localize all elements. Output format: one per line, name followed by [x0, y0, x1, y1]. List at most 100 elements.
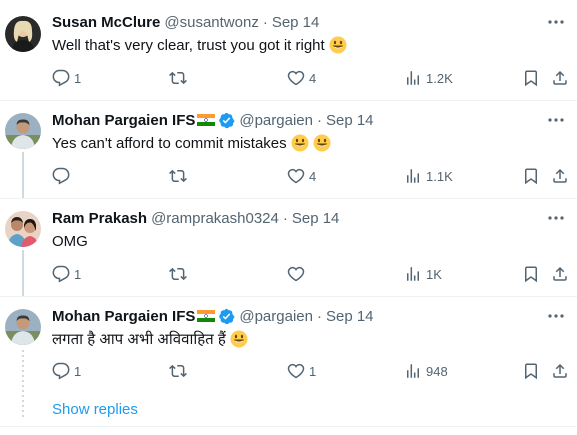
user-handle[interactable]: @pargaien: [239, 112, 313, 129]
bookmark-icon: [525, 70, 537, 87]
reply-count: 1: [74, 266, 82, 282]
view-count: 1.2K: [426, 70, 453, 86]
avatar[interactable]: [5, 309, 41, 345]
views-icon: [407, 169, 419, 183]
more-icon[interactable]: [546, 208, 566, 228]
reply-button[interactable]: 1: [52, 264, 81, 284]
thread-line: [22, 250, 24, 296]
like-button[interactable]: 4: [287, 68, 316, 88]
bookmark-button[interactable]: [522, 264, 540, 284]
like-icon: [287, 168, 305, 184]
views-button[interactable]: 1K: [404, 264, 442, 284]
bookmark-icon: [525, 266, 537, 283]
bookmark-icon: [525, 168, 537, 185]
thread-line: [22, 152, 24, 198]
retweet-icon: [169, 267, 187, 281]
bookmark-button[interactable]: [522, 361, 540, 381]
share-icon: [553, 266, 567, 281]
like-icon: [287, 70, 305, 86]
display-name[interactable]: Susan McClure: [52, 14, 160, 31]
reply-button[interactable]: 1: [52, 361, 81, 381]
view-count: 1.1K: [426, 168, 453, 184]
views-icon: [407, 267, 419, 281]
view-count: 948: [426, 363, 448, 379]
more-icon[interactable]: [546, 12, 566, 32]
retweet-icon: [169, 71, 187, 85]
separator-dot: ·: [316, 307, 322, 325]
smiley-emoji-icon: [329, 36, 347, 54]
user-handle[interactable]: @pargaien: [239, 308, 313, 325]
avatar[interactable]: [5, 211, 41, 247]
bookmark-button[interactable]: [522, 166, 540, 186]
tweet-text: Well that's very clear, trust you got it…: [52, 36, 325, 54]
like-icon: [287, 266, 305, 282]
avatar-image: [5, 309, 41, 345]
divider: [0, 426, 577, 427]
avatar-image: [5, 113, 41, 149]
display-name[interactable]: Ram Prakash: [52, 210, 147, 227]
tweet-text: Yes can't afford to commit mistakes: [52, 134, 287, 152]
reply-count: 1: [74, 363, 82, 379]
like-count: 4: [309, 70, 317, 86]
tweet-header: Mohan Pargaien IFS @pargaien · Sep 14: [52, 110, 374, 130]
india-flag-icon: [197, 310, 216, 322]
tweet-text-row: Well that's very clear, trust you got it…: [52, 35, 347, 55]
timestamp[interactable]: Sep 14: [272, 14, 320, 31]
tweet-text: OMG: [52, 232, 88, 250]
avatar-image: [5, 16, 41, 52]
india-flag-icon: [197, 114, 216, 126]
display-name[interactable]: Mohan Pargaien IFS: [52, 308, 195, 325]
avatar[interactable]: [5, 16, 41, 52]
like-button[interactable]: 4: [287, 166, 316, 186]
tweet-text-row: Yes can't afford to commit mistakes: [52, 133, 331, 153]
share-button[interactable]: [551, 166, 569, 186]
avatar[interactable]: [5, 113, 41, 149]
bookmark-button[interactable]: [522, 68, 540, 88]
retweet-button[interactable]: [169, 166, 191, 186]
tweet-header: Ram Prakash @ramprakash0324 · Sep 14: [52, 208, 339, 228]
like-button[interactable]: [287, 264, 309, 284]
views-button[interactable]: 1.1K: [404, 166, 453, 186]
views-button[interactable]: 1.2K: [404, 68, 453, 88]
tweet-actions: 1 4 1.2K: [52, 68, 577, 88]
tweet-header: Susan McClure @susantwonz · Sep 14: [52, 12, 319, 32]
timestamp[interactable]: Sep 14: [326, 308, 374, 325]
retweet-button[interactable]: [169, 264, 191, 284]
share-button[interactable]: [551, 264, 569, 284]
like-icon: [287, 363, 305, 379]
reply-button[interactable]: [52, 166, 74, 186]
separator-dot: ·: [316, 111, 322, 129]
share-button[interactable]: [551, 361, 569, 381]
tweet-actions: 1 1K: [52, 264, 577, 284]
divider: [0, 296, 577, 297]
show-replies-link[interactable]: Show replies: [52, 401, 138, 418]
separator-dot: ·: [282, 209, 288, 227]
display-name[interactable]: Mohan Pargaien IFS: [52, 112, 195, 129]
like-count: 4: [309, 168, 317, 184]
verified-icon[interactable]: [218, 308, 235, 325]
retweet-button[interactable]: [169, 68, 191, 88]
views-button[interactable]: 948: [404, 361, 448, 381]
reply-icon: [52, 362, 70, 380]
reply-button[interactable]: 1: [52, 68, 81, 88]
timestamp[interactable]: Sep 14: [326, 112, 374, 129]
timestamp[interactable]: Sep 14: [292, 210, 340, 227]
verified-icon[interactable]: [218, 112, 235, 129]
retweet-button[interactable]: [169, 361, 191, 381]
avatar-image: [5, 211, 41, 247]
smiley-emoji-icon: [230, 330, 248, 348]
tweet-header: Mohan Pargaien IFS @pargaien · Sep 14: [52, 306, 374, 326]
share-button[interactable]: [551, 68, 569, 88]
user-handle[interactable]: @ramprakash0324: [151, 210, 279, 227]
like-button[interactable]: 1: [287, 361, 316, 381]
views-icon: [407, 71, 419, 85]
more-icon[interactable]: [546, 110, 566, 130]
like-count: 1: [309, 363, 317, 379]
user-handle[interactable]: @susantwonz: [164, 14, 258, 31]
divider: [0, 198, 577, 199]
reply-icon: [52, 167, 70, 185]
smiley-emoji-icon: [313, 134, 331, 152]
separator-dot: ·: [262, 13, 268, 31]
more-icon[interactable]: [546, 306, 566, 326]
share-icon: [553, 70, 567, 85]
